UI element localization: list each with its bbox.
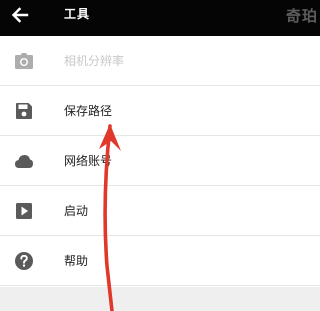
watermark: 奇珀 [285, 7, 318, 25]
floppy-disk-icon [14, 101, 34, 121]
menu-item-startup[interactable]: 启动 [0, 186, 320, 236]
camera-icon [14, 51, 34, 71]
page-title: 工具 [64, 7, 91, 21]
menu-item-network-account[interactable]: 网络账号 [0, 136, 320, 186]
menu-item-help[interactable]: 帮助 [0, 236, 320, 286]
tools-menu: 相机分辨率 保存路径 网络账号 启动 帮助 [0, 36, 320, 286]
menu-item-save-path[interactable]: 保存路径 [0, 86, 320, 136]
menu-item-label: 帮助 [64, 254, 89, 268]
menu-item-label: 网络账号 [64, 154, 113, 168]
arrow-left-icon [11, 7, 29, 23]
cloud-icon [14, 151, 34, 171]
menu-item-camera-resolution[interactable]: 相机分辨率 [0, 36, 320, 86]
app-bar: 工具 奇珀 [0, 0, 320, 36]
menu-item-label: 保存路径 [64, 104, 113, 118]
menu-item-label: 相机分辨率 [64, 54, 125, 68]
help-icon [14, 251, 34, 271]
back-button[interactable] [4, 0, 36, 30]
menu-item-label: 启动 [64, 204, 89, 218]
bottom-panel [0, 287, 320, 311]
play-icon [14, 201, 34, 221]
